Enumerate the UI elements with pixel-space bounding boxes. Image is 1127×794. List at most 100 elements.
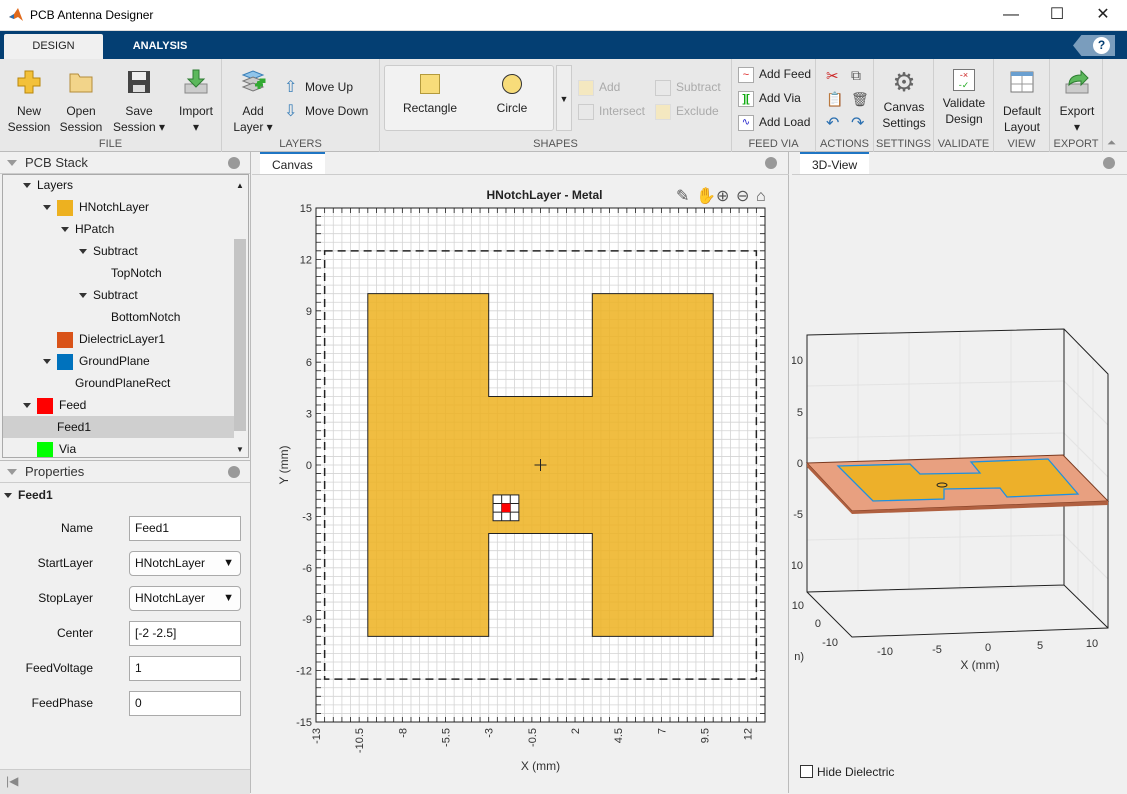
tree-item[interactable]: Layers [23,175,73,196]
pan-icon[interactable]: ✋ [696,186,716,205]
x-tick-label: -8 [397,728,409,738]
canvas-plot[interactable]: -13 -10.5 -8 -5.5 -3 -0.5 2 4.5 7 9.5 12 15 12 9 6 3 0 -3… [252,175,789,793]
copy-icon[interactable]: ⧉ [851,67,861,84]
properties-section-feed1[interactable]: Feed1 [4,488,53,502]
tree-item[interactable]: TopNotch [97,262,162,284]
tree-item[interactable]: Feed1 [3,416,234,438]
y-tick-label: 0 [306,460,312,472]
property-input[interactable]: Feed1 [129,516,241,541]
zoom-out-icon[interactable]: ⊖ [736,188,749,205]
collapse-left-icon[interactable]: |◀ [6,774,18,788]
scrollbar-thumb[interactable] [234,239,246,431]
close-button[interactable]: ✕ [1080,0,1126,31]
tree-item[interactable]: DielectricLayer1 [43,328,165,350]
title-bar: PCB Antenna Designer — ☐ ✕ [0,0,1127,31]
checkbox-icon[interactable] [800,765,813,779]
tree-item[interactable]: GroundPlaneRect [61,372,170,394]
circle-button[interactable]: Circle [477,74,547,116]
import-button[interactable]: Import ▾ [172,69,220,135]
export-button[interactable]: Export ▾ [1052,69,1102,135]
tab-analysis[interactable]: ANALYSIS [112,34,208,59]
pcb-stack-title: PCB Stack [25,155,88,170]
validate-icon: -× -✓ [953,69,975,91]
intersect-icon [578,104,594,120]
property-dropdown[interactable]: HNotchLayer [129,551,241,576]
add-layer-button[interactable]: Add Layer ▾ [228,69,278,135]
layer-color-swatch [37,441,53,457]
x-tick-label: -13 [311,728,323,744]
feed-marker [501,503,511,513]
expand-icon[interactable] [43,205,51,214]
paste-icon[interactable]: 📋 [826,91,843,108]
plus-icon [17,70,41,94]
layout-icon [1010,71,1034,93]
tree-item[interactable]: HNotchLayer [43,196,149,218]
undo-icon[interactable]: ↶ [826,113,839,133]
exclude-button[interactable]: Exclude [655,104,719,120]
hide-dielectric-checkbox[interactable]: Hide Dielectric [800,764,894,779]
add-via-button[interactable]: ][Add Via [738,91,801,107]
scroll-down-icon[interactable]: ▼ [236,445,244,454]
expand-icon[interactable] [61,227,69,236]
maximize-button[interactable]: ☐ [1034,0,1080,31]
property-input[interactable]: [-2 -2.5] [129,621,241,646]
minimize-button[interactable]: — [988,0,1034,31]
tree-item[interactable]: GroundPlane [43,350,150,372]
y-tick: -10 [822,637,838,649]
pcb-stack-panel: PCB Stack ▲ ▼ Layers HNotchLayer HPatch Sub… [0,152,251,460]
tree-item[interactable]: Subtract [79,240,138,262]
tree-item-label: GroundPlane [79,354,150,368]
tree-scrollbar[interactable]: ▲ ▼ [233,175,247,457]
tab-design[interactable]: DESIGN [4,34,103,59]
tree-item[interactable]: Via [23,438,76,457]
save-session-button[interactable]: Save Session ▾ [108,69,170,135]
expand-icon[interactable] [79,293,87,302]
new-session-button[interactable]: New Session [6,69,52,135]
default-layout-button[interactable]: Default Layout [996,69,1048,135]
tab-canvas[interactable]: Canvas [260,152,325,174]
delete-icon[interactable]: 🗑 [851,91,869,108]
expand-icon[interactable] [23,403,31,412]
panel-options-icon[interactable] [228,157,240,169]
help-button[interactable]: ? [1073,35,1115,56]
property-dropdown[interactable]: HNotchLayer [129,586,241,611]
circle-icon [502,74,522,94]
add-feed-button[interactable]: ~ Add Feed [738,67,811,83]
tree-item[interactable]: BottomNotch [97,306,180,328]
scroll-up-icon[interactable]: ▲ [236,181,244,190]
home-icon[interactable]: ⌂ [756,188,766,205]
z-tick: 0 [797,458,803,470]
property-input[interactable]: 0 [129,691,241,716]
tree-item[interactable]: Subtract [79,284,138,306]
rectangle-icon [420,74,440,94]
edit-icon[interactable]: ✎ [676,188,689,205]
view3d-plot[interactable]: 10 5 0 -5 -10 10 0 -10 n) -10 -5 0 5 10 … [792,152,1127,793]
ribbon-tabbar: DESIGN ANALYSIS ? [0,31,1127,59]
cut-icon[interactable]: ✂ [826,67,839,85]
shape-gallery-expand-button[interactable]: ▼ [556,65,572,131]
intersect-button[interactable]: Intersect [578,104,645,120]
move-up-button[interactable]: ⇧ Move Up [284,80,353,96]
zoom-in-icon[interactable]: ⊕ [716,188,729,205]
expand-icon[interactable] [79,249,87,258]
panel-options-icon[interactable] [765,157,777,169]
rectangle-button[interactable]: Rectangle [395,74,465,116]
validate-design-button[interactable]: -× -✓ Validate Design [936,69,992,127]
expand-icon[interactable] [43,359,51,368]
properties-title: Properties [25,464,85,479]
open-session-button[interactable]: Open Session [56,69,106,135]
move-down-button[interactable]: ⇩ Move Down [284,104,368,120]
property-input[interactable]: 1 [129,656,241,681]
collapse-ribbon-button[interactable]: ⏶ [1107,137,1116,150]
validate-group: -× -✓ Validate Design VALIDATE [934,59,994,152]
add-load-button[interactable]: ∿ Add Load [738,115,810,131]
panel-options-icon[interactable] [228,466,240,478]
tree-item[interactable]: Feed [23,394,86,416]
add-shape-button[interactable]: Add [578,80,620,96]
canvas-settings-button[interactable]: ⚙ Canvas Settings [876,69,932,131]
subtract-button[interactable]: Subtract [655,80,721,96]
expand-icon[interactable] [23,183,31,192]
tree-item[interactable]: HPatch [61,218,114,240]
shape-gallery: Rectangle Circle [384,65,554,131]
redo-icon[interactable]: ↷ [851,113,864,133]
